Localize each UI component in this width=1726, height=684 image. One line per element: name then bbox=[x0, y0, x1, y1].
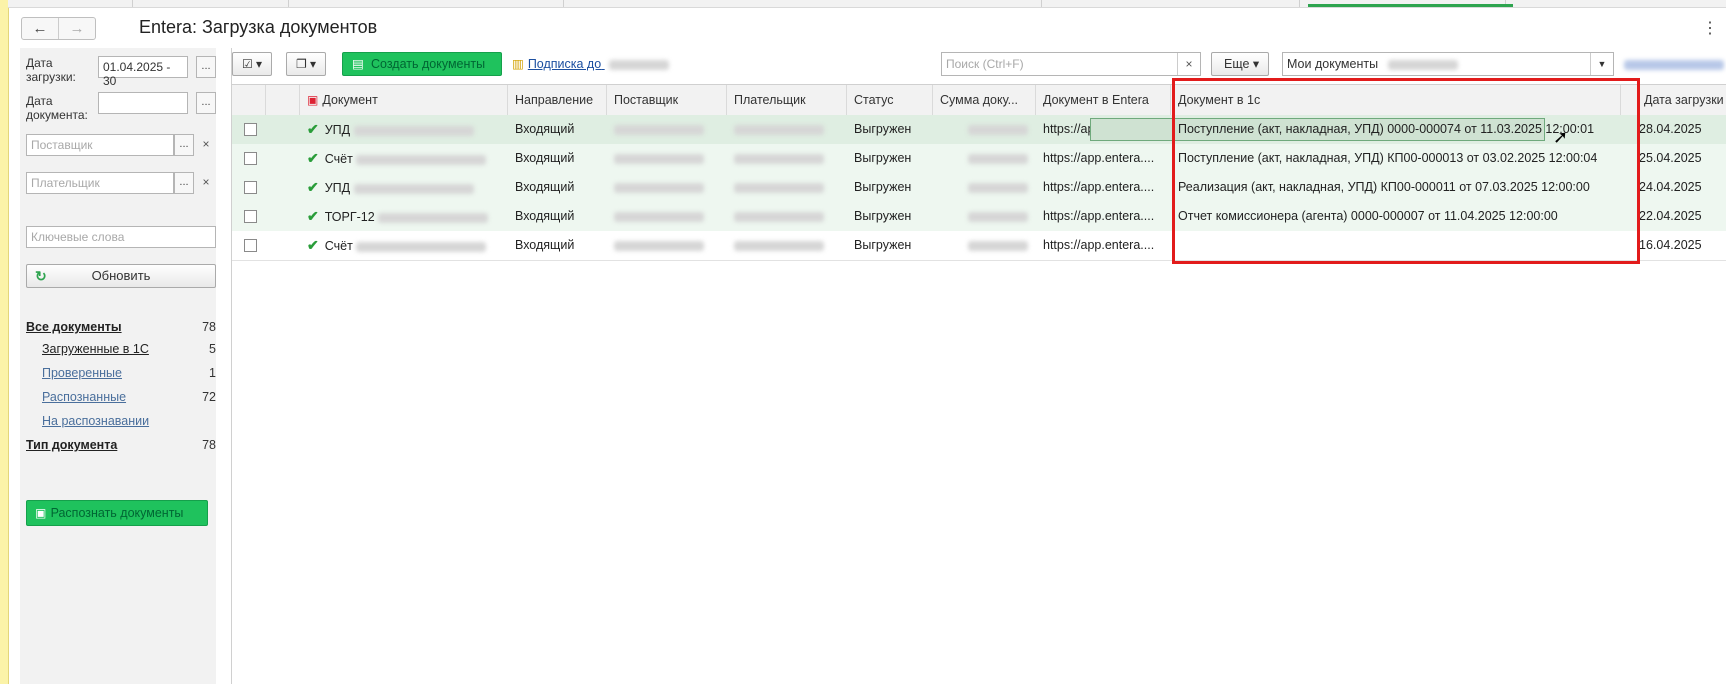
blurred-date bbox=[608, 59, 669, 70]
chevron-down-icon[interactable]: ▼ bbox=[1590, 53, 1613, 75]
col-amount[interactable]: Сумма доку... bbox=[933, 85, 1036, 115]
col-direction[interactable]: Направление bbox=[508, 85, 607, 115]
highlight-annotation bbox=[1172, 78, 1640, 264]
search-input[interactable]: Поиск (Ctrl+F) × bbox=[941, 52, 1201, 76]
copy-icon: ❐ ▾ bbox=[295, 57, 317, 71]
row-checkbox[interactable] bbox=[244, 181, 257, 194]
upload-date-field[interactable]: 01.04.2025 - 30 bbox=[98, 56, 188, 88]
supplier-field[interactable]: Поставщик bbox=[26, 134, 174, 156]
col-payer[interactable]: Плательщик bbox=[727, 85, 847, 115]
mark-all-button[interactable]: ☑ ▾ bbox=[232, 52, 272, 76]
row-checkbox[interactable] bbox=[244, 152, 257, 165]
page-title: Entera: Загрузка документов bbox=[139, 17, 378, 37]
col-supplier[interactable]: Поставщик bbox=[607, 85, 727, 115]
check-icon: ✔ bbox=[307, 121, 319, 137]
refresh-button[interactable]: ↻ Обновить bbox=[26, 264, 216, 288]
col-select bbox=[232, 85, 266, 115]
back-arrow-icon[interactable]: ← bbox=[22, 18, 58, 39]
col-status[interactable]: Статус bbox=[847, 85, 933, 115]
top-tab-strip bbox=[8, 0, 1726, 8]
col-document[interactable]: ▣ Документ bbox=[300, 85, 508, 115]
search-clear-icon[interactable]: × bbox=[1177, 53, 1200, 75]
upload-date-picker-button[interactable]: ... bbox=[196, 56, 216, 78]
check-icon: ✔ bbox=[307, 237, 319, 253]
payer-clear-icon[interactable]: × bbox=[196, 172, 216, 194]
payer-select-button[interactable]: ... bbox=[174, 172, 194, 194]
filter-panel: Дата загрузки: 01.04.2025 - 30 ... Дата … bbox=[20, 48, 216, 684]
note-icon: ▥ bbox=[512, 57, 524, 71]
subscription-link[interactable]: ▥ Подписка до bbox=[512, 56, 669, 71]
check-icon: ✔ bbox=[307, 179, 319, 195]
payer-field[interactable]: Плательщик bbox=[26, 172, 174, 194]
left-edge-stripe bbox=[0, 0, 9, 684]
row-checkbox[interactable] bbox=[244, 123, 257, 136]
doc-date-picker-button[interactable]: ... bbox=[196, 92, 216, 114]
row-checkbox[interactable] bbox=[244, 210, 257, 223]
active-tab-indicator[interactable] bbox=[1308, 4, 1513, 7]
copy-menu-button[interactable]: ❐ ▾ bbox=[286, 52, 326, 76]
doc-date-field[interactable] bbox=[98, 92, 188, 114]
col-entera-doc[interactable]: Документ в Entera bbox=[1036, 85, 1171, 115]
check-icon: ✔ bbox=[307, 208, 319, 224]
pdf-icon: ▣ bbox=[307, 93, 319, 107]
col-state bbox=[266, 85, 300, 115]
supplier-clear-icon[interactable]: × bbox=[196, 134, 216, 156]
more-button[interactable]: Еще ▾ bbox=[1211, 52, 1269, 76]
refresh-icon: ↻ bbox=[35, 268, 47, 284]
checklist-icon: ☑ ▾ bbox=[241, 57, 263, 71]
documents-filter-select[interactable]: Мои документы ▼ bbox=[1282, 52, 1614, 76]
recognize-button[interactable]: ▣ Распознать документы bbox=[26, 500, 208, 526]
mouse-cursor-icon: ➚ bbox=[1553, 127, 1569, 147]
create-doc-icon: ▤ bbox=[352, 57, 364, 71]
row-checkbox[interactable] bbox=[244, 239, 257, 252]
col-upload-date[interactable]: Дата загрузки bbox=[1637, 85, 1726, 115]
create-documents-button[interactable]: ▤ Создать документы bbox=[342, 52, 502, 76]
doc-date-label: Дата документа: bbox=[26, 94, 88, 122]
check-icon: ✔ bbox=[307, 150, 319, 166]
more-menu-icon[interactable]: ⋮ bbox=[1702, 18, 1718, 38]
blurred-account-link[interactable] bbox=[1624, 56, 1724, 70]
supplier-select-button[interactable]: ... bbox=[174, 134, 194, 156]
scan-icon: ▣ bbox=[35, 506, 47, 520]
forward-arrow-icon[interactable]: → bbox=[58, 18, 95, 39]
history-nav: ← → bbox=[21, 17, 96, 40]
upload-date-label: Дата загрузки: bbox=[26, 56, 76, 84]
blurred-user bbox=[1387, 59, 1458, 70]
keywords-field[interactable]: Ключевые слова bbox=[26, 226, 216, 248]
